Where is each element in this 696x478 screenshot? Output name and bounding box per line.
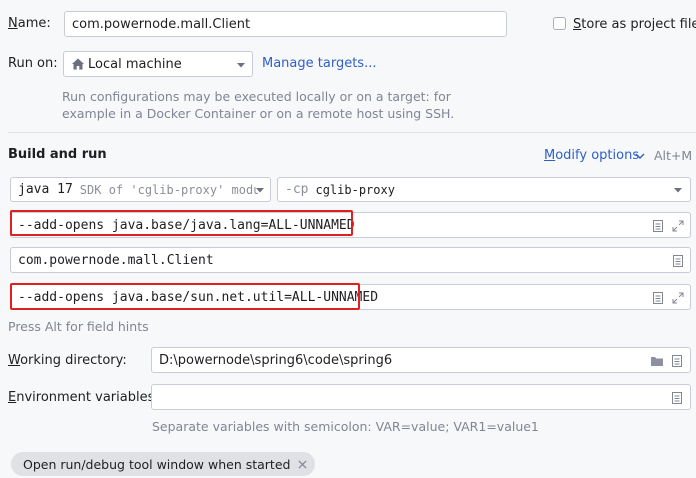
chevron-down-icon bbox=[256, 188, 264, 193]
expand-icon[interactable] bbox=[671, 291, 685, 305]
sdk-dropdown[interactable]: java 17 SDK of 'cglib-proxy' modu bbox=[10, 177, 271, 202]
vm-options-field[interactable]: --add-opens java.base/java.lang=ALL-UNNA… bbox=[10, 212, 691, 238]
program-arguments-value: --add-opens java.base/sun.net.util=ALL-U… bbox=[18, 289, 379, 305]
working-directory-value: D:\powernode\spring6\code\spring6 bbox=[159, 352, 393, 368]
environment-variables-field[interactable] bbox=[151, 384, 691, 410]
home-icon bbox=[72, 58, 84, 70]
document-icon[interactable] bbox=[671, 254, 685, 268]
classpath-dropdown[interactable]: -cp cglib-proxy bbox=[277, 177, 691, 202]
vm-options-value: --add-opens java.base/java.lang=ALL-UNNA… bbox=[18, 217, 355, 233]
main-class-value: com.powernode.mall.Client bbox=[18, 252, 214, 268]
document-icon[interactable] bbox=[651, 291, 665, 305]
name-field[interactable]: com.powernode.mall.Client bbox=[64, 11, 507, 37]
environment-variables-hint: Separate variables with semicolon: VAR=v… bbox=[152, 419, 539, 434]
document-icon[interactable] bbox=[670, 354, 684, 368]
sdk-detail: SDK of 'cglib-proxy' modu bbox=[79, 182, 258, 197]
run-on-description-line2: example in a Docker Container or on a re… bbox=[62, 106, 455, 121]
modify-options-link[interactable]: Modify options bbox=[544, 148, 639, 163]
build-and-run-title: Build and run bbox=[8, 147, 107, 162]
document-icon[interactable] bbox=[651, 219, 665, 233]
run-on-label: Run on: bbox=[8, 56, 58, 71]
name-label: Name: bbox=[8, 16, 51, 31]
manage-targets-link[interactable]: Manage targets... bbox=[262, 56, 376, 71]
store-as-project-file-checkbox[interactable] bbox=[553, 17, 566, 30]
name-value: com.powernode.mall.Client bbox=[72, 16, 251, 32]
chevron-down-icon bbox=[237, 63, 245, 68]
program-arguments-field[interactable]: --add-opens java.base/sun.net.util=ALL-U… bbox=[10, 284, 691, 310]
field-hint-text: Press Alt for field hints bbox=[8, 319, 149, 334]
section-divider bbox=[8, 132, 696, 133]
expand-icon[interactable] bbox=[671, 219, 685, 233]
sdk-name: java 17 bbox=[18, 182, 73, 197]
classpath-prefix: -cp bbox=[285, 182, 309, 197]
classpath-module: cglib-proxy bbox=[315, 182, 395, 197]
chevron-down-icon[interactable] bbox=[633, 149, 647, 163]
modify-options-shortcut: Alt+M bbox=[654, 148, 693, 163]
store-as-project-file-label[interactable]: Store as project file bbox=[573, 17, 696, 32]
chevron-down-icon bbox=[674, 188, 682, 193]
open-tool-window-chip-label: Open run/debug tool window when started bbox=[23, 456, 291, 472]
close-icon[interactable] bbox=[298, 459, 307, 469]
folder-icon[interactable] bbox=[650, 354, 664, 368]
working-directory-label: Working directory: bbox=[8, 353, 127, 368]
environment-variables-label: Environment variables: bbox=[8, 390, 159, 405]
working-directory-field[interactable]: D:\powernode\spring6\code\spring6 bbox=[151, 347, 691, 373]
run-on-description-line1: Run configurations may be executed local… bbox=[62, 89, 451, 104]
document-icon[interactable] bbox=[670, 391, 684, 405]
main-class-field[interactable]: com.powernode.mall.Client bbox=[10, 247, 691, 273]
open-tool-window-chip[interactable]: Open run/debug tool window when started bbox=[11, 452, 316, 476]
run-on-dropdown[interactable]: Local machine bbox=[63, 51, 253, 77]
